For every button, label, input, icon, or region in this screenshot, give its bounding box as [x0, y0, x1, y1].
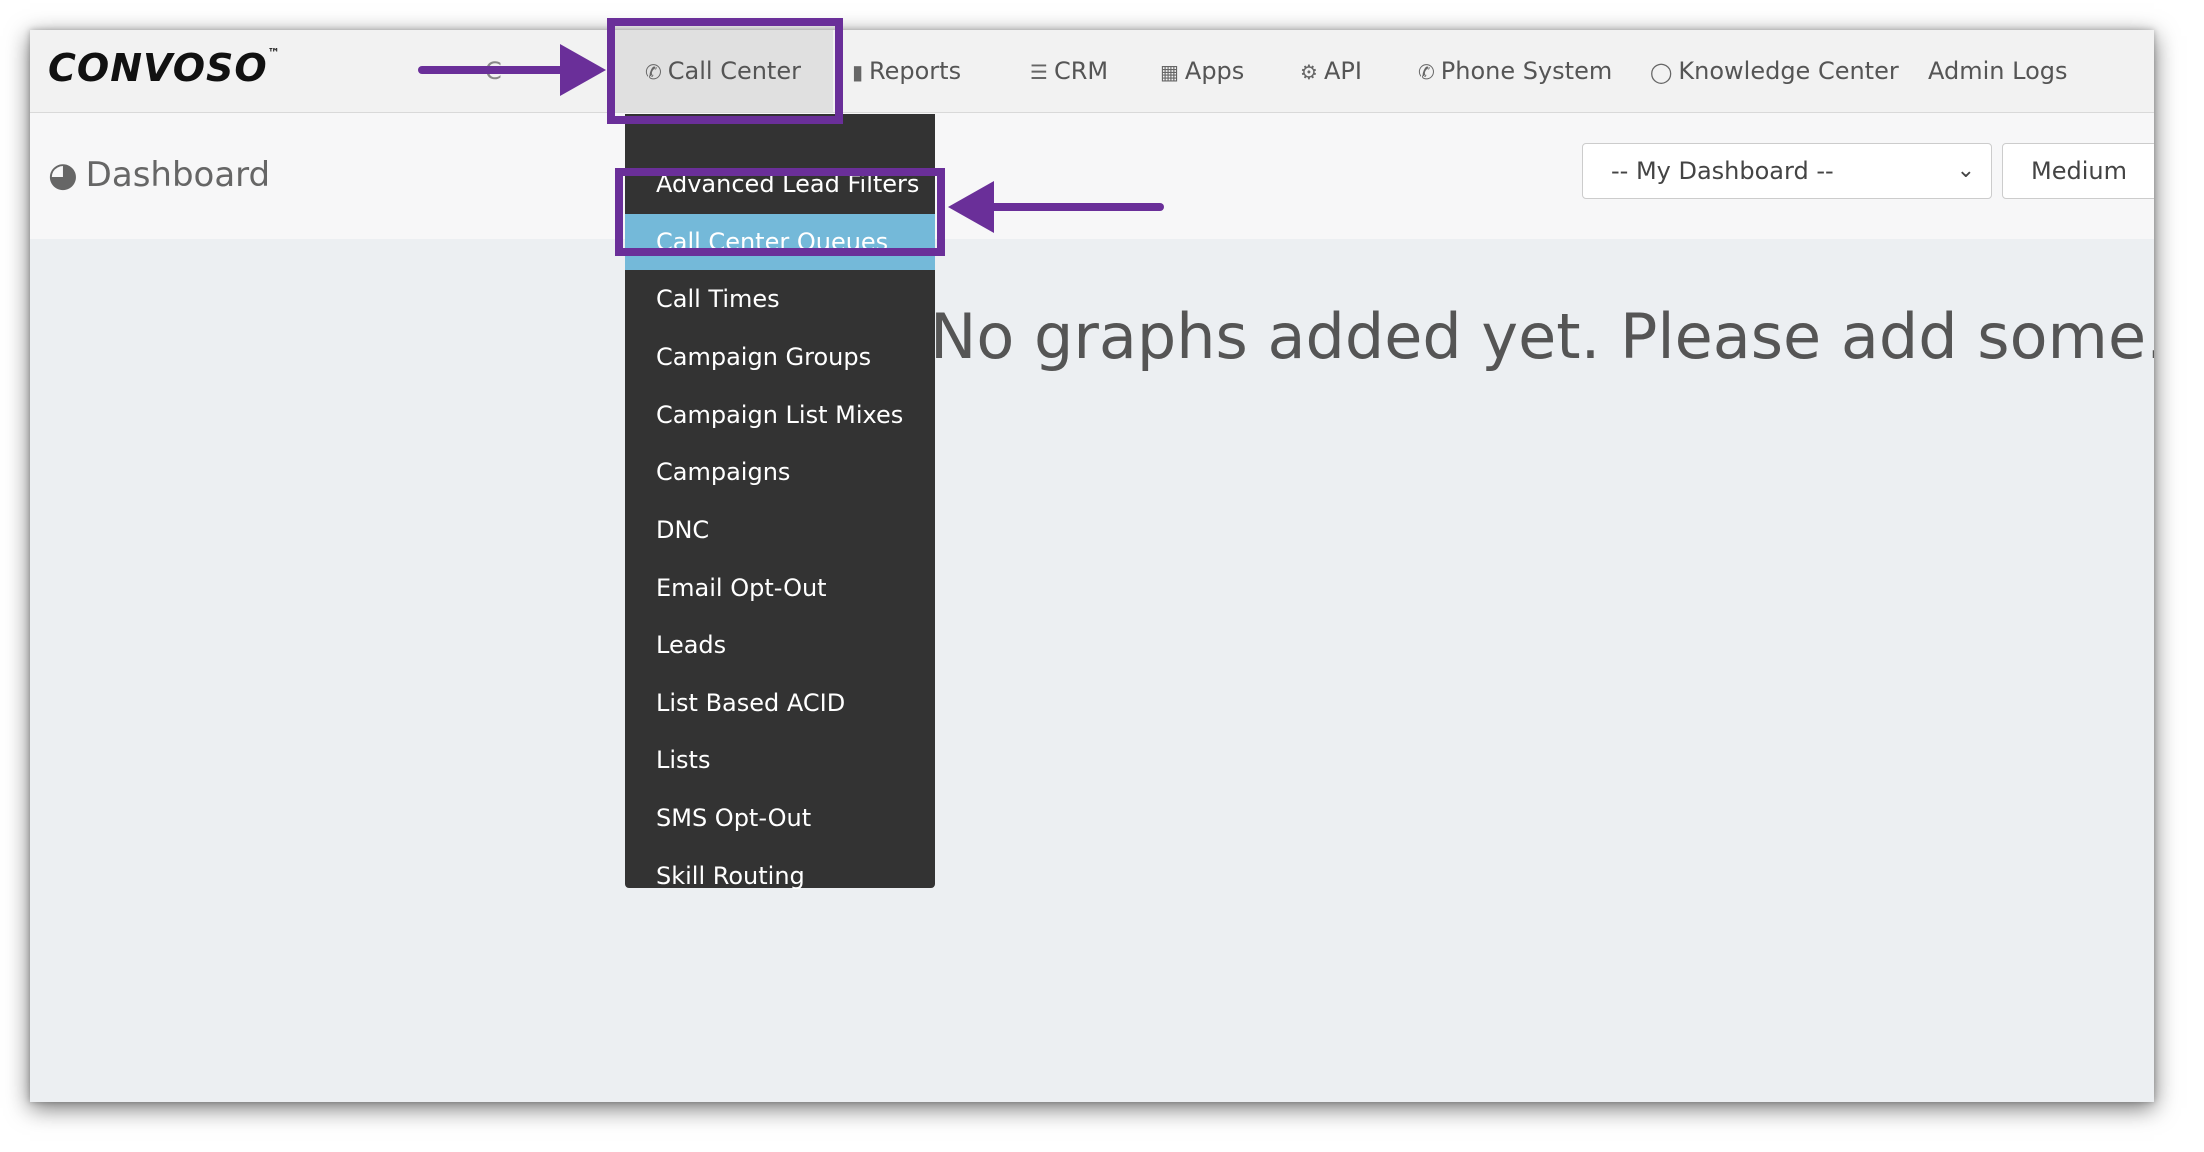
convoso-logo[interactable]: CONVOSO™ [48, 46, 281, 90]
menu-item-leads[interactable]: Leads [625, 617, 935, 673]
nav-item-label: Admin Logs [1928, 57, 2068, 85]
nav-item-knowledge-center[interactable]: ◯ Knowledge Center [1650, 30, 1899, 112]
nav-item-admin-logs[interactable]: Admin Logs [1928, 30, 2068, 112]
grid-icon: ▦ [1160, 60, 1179, 84]
empty-state-message: No graphs added yet. Please add some. [930, 300, 2154, 373]
menu-item-list-based-acid[interactable]: List Based ACID [625, 675, 935, 731]
dashboard-gauge-icon: ◕ [48, 155, 78, 195]
annotation-arrow-head-menu [948, 181, 994, 233]
top-nav-bar: CONVOSO™ C ✆Call Center ▮Reports ☰CRM ▦A… [30, 30, 2154, 113]
annotation-arrow-head-top [560, 44, 606, 96]
nav-item-reports[interactable]: ▮ Reports [852, 30, 961, 112]
menu-item-call-times[interactable]: Call Times [625, 271, 935, 327]
page-header: ◕ Dashboard -- My Dashboard -- ⌄ Medium [30, 113, 2154, 239]
nav-item-label: API [1323, 57, 1362, 85]
nav-item-label: Reports [869, 57, 962, 85]
nav-item-crm[interactable]: ☰ CRM [1030, 30, 1108, 112]
nav-item-label: Apps [1184, 57, 1245, 85]
list-icon: ☰ [1030, 60, 1048, 84]
highlight-box-call-center-queues [615, 168, 945, 256]
size-select-value: Medium [2031, 157, 2127, 185]
page-title: ◕ Dashboard [48, 155, 270, 195]
menu-item-campaigns[interactable]: Campaigns [625, 444, 935, 500]
dashboard-select[interactable]: -- My Dashboard -- ⌄ [1582, 143, 1992, 199]
chevron-down-icon: ⌄ [1956, 158, 1975, 183]
lightbulb-icon: ◯ [1650, 60, 1673, 84]
nav-item-label: Phone System [1440, 57, 1613, 85]
size-select[interactable]: Medium [2002, 143, 2154, 199]
menu-item-email-opt-out[interactable]: Email Opt-Out [625, 560, 935, 616]
nav-item-label: Knowledge Center [1678, 57, 1899, 85]
gear-icon: ⚙ [1300, 60, 1318, 84]
dashboard-select-value: -- My Dashboard -- [1611, 157, 1834, 185]
bar-chart-icon: ▮ [852, 60, 864, 84]
annotation-arrow-shaft-top [418, 66, 568, 74]
annotation-arrow-shaft-menu [990, 203, 1164, 211]
logo-text: CONVOSO [48, 46, 268, 90]
menu-item-skill-routing[interactable]: Skill Routing [625, 848, 935, 904]
app-window: CONVOSO™ C ✆Call Center ▮Reports ☰CRM ▦A… [30, 30, 2154, 1102]
menu-item-campaign-list-mixes[interactable]: Campaign List Mixes [625, 387, 935, 443]
menu-item-dnc[interactable]: DNC [625, 502, 935, 558]
page-title-text: Dashboard [85, 155, 271, 195]
nav-item-label: CRM [1053, 57, 1109, 85]
nav-item-apps[interactable]: ▦ Apps [1160, 30, 1244, 112]
menu-item-sms-opt-out[interactable]: SMS Opt-Out [625, 790, 935, 846]
logo-trademark: ™ [267, 46, 281, 60]
phone-icon: ✆ [1418, 60, 1435, 84]
nav-item-api[interactable]: ⚙ API [1300, 30, 1362, 112]
menu-item-campaign-groups[interactable]: Campaign Groups [625, 329, 935, 385]
nav-item-phone-system[interactable]: ✆ Phone System [1418, 30, 1612, 112]
highlight-box-call-center [607, 18, 843, 124]
menu-item-lists[interactable]: Lists [625, 732, 935, 788]
